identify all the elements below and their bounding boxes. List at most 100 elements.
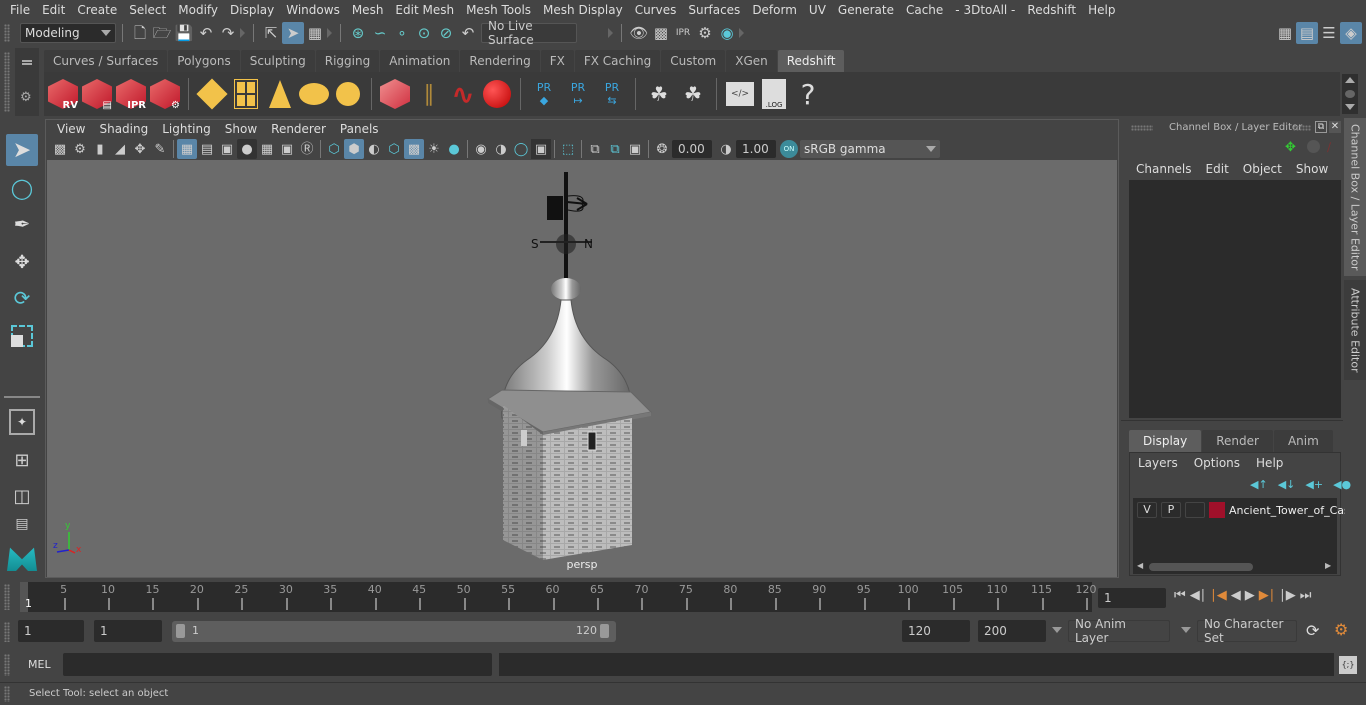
shelf-settings-gear-icon[interactable]: ⚙ <box>20 90 32 105</box>
move-tool-icon[interactable]: ✥ <box>6 246 38 278</box>
layer-editor-menu-layers[interactable]: Layers <box>1138 456 1186 470</box>
layer-name[interactable]: Ancient_Tower_of_Cas <box>1229 504 1345 517</box>
menu-3dtoall[interactable]: - 3DtoAll - <box>949 0 1021 20</box>
viewport-menu-lighting[interactable]: Lighting <box>155 122 218 136</box>
shelf-scrollbar[interactable] <box>1342 74 1358 114</box>
undo-icon[interactable]: ↶ <box>195 22 217 44</box>
shelf-tab-rendering[interactable]: Rendering <box>460 50 540 72</box>
side-tab-attribute-editor[interactable]: Attribute Editor <box>1344 280 1366 380</box>
menu-mesh-display[interactable]: Mesh Display <box>537 0 629 20</box>
menu-uv[interactable]: UV <box>803 0 832 20</box>
menu-redshift[interactable]: Redshift <box>1021 0 1082 20</box>
select-objects-icon[interactable]: ➤ <box>282 22 304 44</box>
gamma-field[interactable]: 1.00 <box>736 140 776 158</box>
channel-box-menu-show[interactable]: Show <box>1289 162 1335 176</box>
step-forward-frame-icon[interactable]: ∣▶ <box>1279 588 1296 603</box>
redshift-material-ball-icon[interactable] <box>480 76 514 112</box>
channel-box-toggle-icon[interactable]: ◈ <box>1340 22 1362 44</box>
shadows-icon[interactable]: ● <box>444 139 464 159</box>
menu-surfaces[interactable]: Surfaces <box>682 0 746 20</box>
image-plane-icon[interactable]: ◢ <box>110 139 130 159</box>
redshift-bake-icon[interactable]: ☘ <box>676 76 710 112</box>
collapse-arrow[interactable] <box>326 24 334 42</box>
render-current-frame-icon[interactable]: ▩ <box>650 22 672 44</box>
scroll-down-icon[interactable] <box>1345 104 1355 110</box>
redshift-bake-multiple-icon[interactable]: ☘ <box>642 76 676 112</box>
new-scene-icon[interactable]: 🗋 <box>129 22 151 44</box>
range-slider-grip[interactable] <box>4 622 10 642</box>
script-language-toggle[interactable]: MEL <box>28 658 51 671</box>
manipulator-icon[interactable]: ✥ <box>1285 140 1296 155</box>
xray-icon[interactable]: ⧉ <box>585 139 605 159</box>
select-camera-icon[interactable]: ▩ <box>50 139 70 159</box>
layer-editor-menu-help[interactable]: Help <box>1256 456 1291 470</box>
depth-of-field-icon[interactable]: ▣ <box>531 139 551 159</box>
character-set-dropdown-arrow[interactable] <box>1181 627 1191 633</box>
viewport-menu-view[interactable]: View <box>50 122 92 136</box>
layer-list-scrollbar[interactable]: ◀ ▶ <box>1135 561 1335 572</box>
tool-settings-icon[interactable]: ☰ <box>1318 22 1340 44</box>
current-frame-field[interactable]: 1 <box>1098 588 1166 608</box>
range-bar[interactable]: 1 120 <box>172 621 616 642</box>
colorspace-dropdown[interactable]: sRGB gamma <box>800 140 940 158</box>
redshift-volume-icon[interactable]: ∿ <box>446 76 480 112</box>
help-line-grip[interactable] <box>4 686 10 702</box>
move-layer-up-icon[interactable]: ◀↑ <box>1250 478 1268 491</box>
layer-editor-menu-options[interactable]: Options <box>1194 456 1248 470</box>
select-tool-icon[interactable]: ➤ <box>6 134 38 166</box>
persp-graph-layout-icon[interactable]: ▤ <box>6 514 38 534</box>
redo-icon[interactable]: ↷ <box>217 22 239 44</box>
shelf-tab-rigging[interactable]: Rigging <box>315 50 380 72</box>
collapse-arrow[interactable] <box>738 24 746 42</box>
menu-mesh[interactable]: Mesh <box>346 0 390 20</box>
attribute-editor-toggle-icon[interactable]: ▤ <box>1296 22 1318 44</box>
field-chart-icon[interactable]: ▦ <box>257 139 277 159</box>
channel-box-menu-edit[interactable]: Edit <box>1199 162 1236 176</box>
menu-create[interactable]: Create <box>71 0 123 20</box>
panel-grip[interactable] <box>1131 125 1153 131</box>
shelf-tab-fx-caching[interactable]: FX Caching <box>574 50 661 72</box>
shelf-tab-redshift[interactable]: Redshift <box>777 50 845 72</box>
color-management-toggle[interactable]: ON <box>780 140 798 158</box>
redshift-ies-light-icon[interactable] <box>263 76 297 112</box>
layer-display-type-toggle[interactable] <box>1185 502 1205 518</box>
menu-windows[interactable]: Windows <box>280 0 346 20</box>
menu-mesh-tools[interactable]: Mesh Tools <box>460 0 537 20</box>
collapse-arrow[interactable] <box>239 24 247 42</box>
select-components-icon[interactable]: ▦ <box>304 22 326 44</box>
animation-start-field[interactable]: 1 <box>18 620 84 642</box>
go-to-start-icon[interactable]: ⏮ <box>1174 588 1186 603</box>
modeling-toolkit-icon[interactable]: ▦ <box>1274 22 1296 44</box>
go-to-end-icon[interactable]: ⏭ <box>1300 588 1312 603</box>
tower-model[interactable]: S N <box>47 160 1117 577</box>
channel-box-menu-channels[interactable]: Channels <box>1129 162 1199 176</box>
xray-joints-icon[interactable]: ▣ <box>625 139 645 159</box>
render-settings-icon[interactable]: ⚙ <box>694 22 716 44</box>
default-material-icon[interactable]: ◐ <box>364 139 384 159</box>
play-backwards-icon[interactable]: ◀ <box>1231 588 1241 603</box>
viewport-menu-panels[interactable]: Panels <box>333 122 386 136</box>
redshift-pr-export-icon[interactable]: PR ↦ <box>561 76 595 112</box>
shelf-tab-curves-surfaces[interactable]: Curves / Surfaces <box>44 50 168 72</box>
shelf-grip[interactable] <box>4 52 10 112</box>
new-layer-selected-icon[interactable]: ◀● <box>1333 478 1351 491</box>
lasso-select-tool-icon[interactable]: ◯ <box>6 172 38 204</box>
redshift-sun-sky-icon[interactable] <box>331 76 365 112</box>
layer-visibility-toggle[interactable]: V <box>1137 502 1157 518</box>
viewport-menu-shading[interactable]: Shading <box>92 122 155 136</box>
menu-file[interactable]: File <box>4 0 36 20</box>
redshift-hair-icon[interactable]: ∥ <box>412 76 446 112</box>
textured-icon[interactable]: ▩ <box>404 139 424 159</box>
script-editor-icon[interactable]: {;} <box>1339 656 1357 674</box>
scroll-thumb[interactable] <box>1149 563 1253 571</box>
camera-attributes-icon[interactable]: ⚙ <box>70 139 90 159</box>
panel-grip[interactable] <box>1293 125 1311 131</box>
anim-layer-dropdown-arrow[interactable] <box>1052 627 1062 633</box>
motion-blur-icon[interactable]: ◑ <box>491 139 511 159</box>
snap-curve-icon[interactable]: ∽ <box>369 22 391 44</box>
select-hierarchy-icon[interactable]: ⇱ <box>260 22 282 44</box>
scale-tool-icon[interactable] <box>6 320 38 352</box>
grid-toggle-icon[interactable]: ▦ <box>177 139 197 159</box>
redshift-render-view-icon[interactable]: RV <box>46 76 80 112</box>
redshift-pr-convert-icon[interactable]: PR ⇆ <box>595 76 629 112</box>
